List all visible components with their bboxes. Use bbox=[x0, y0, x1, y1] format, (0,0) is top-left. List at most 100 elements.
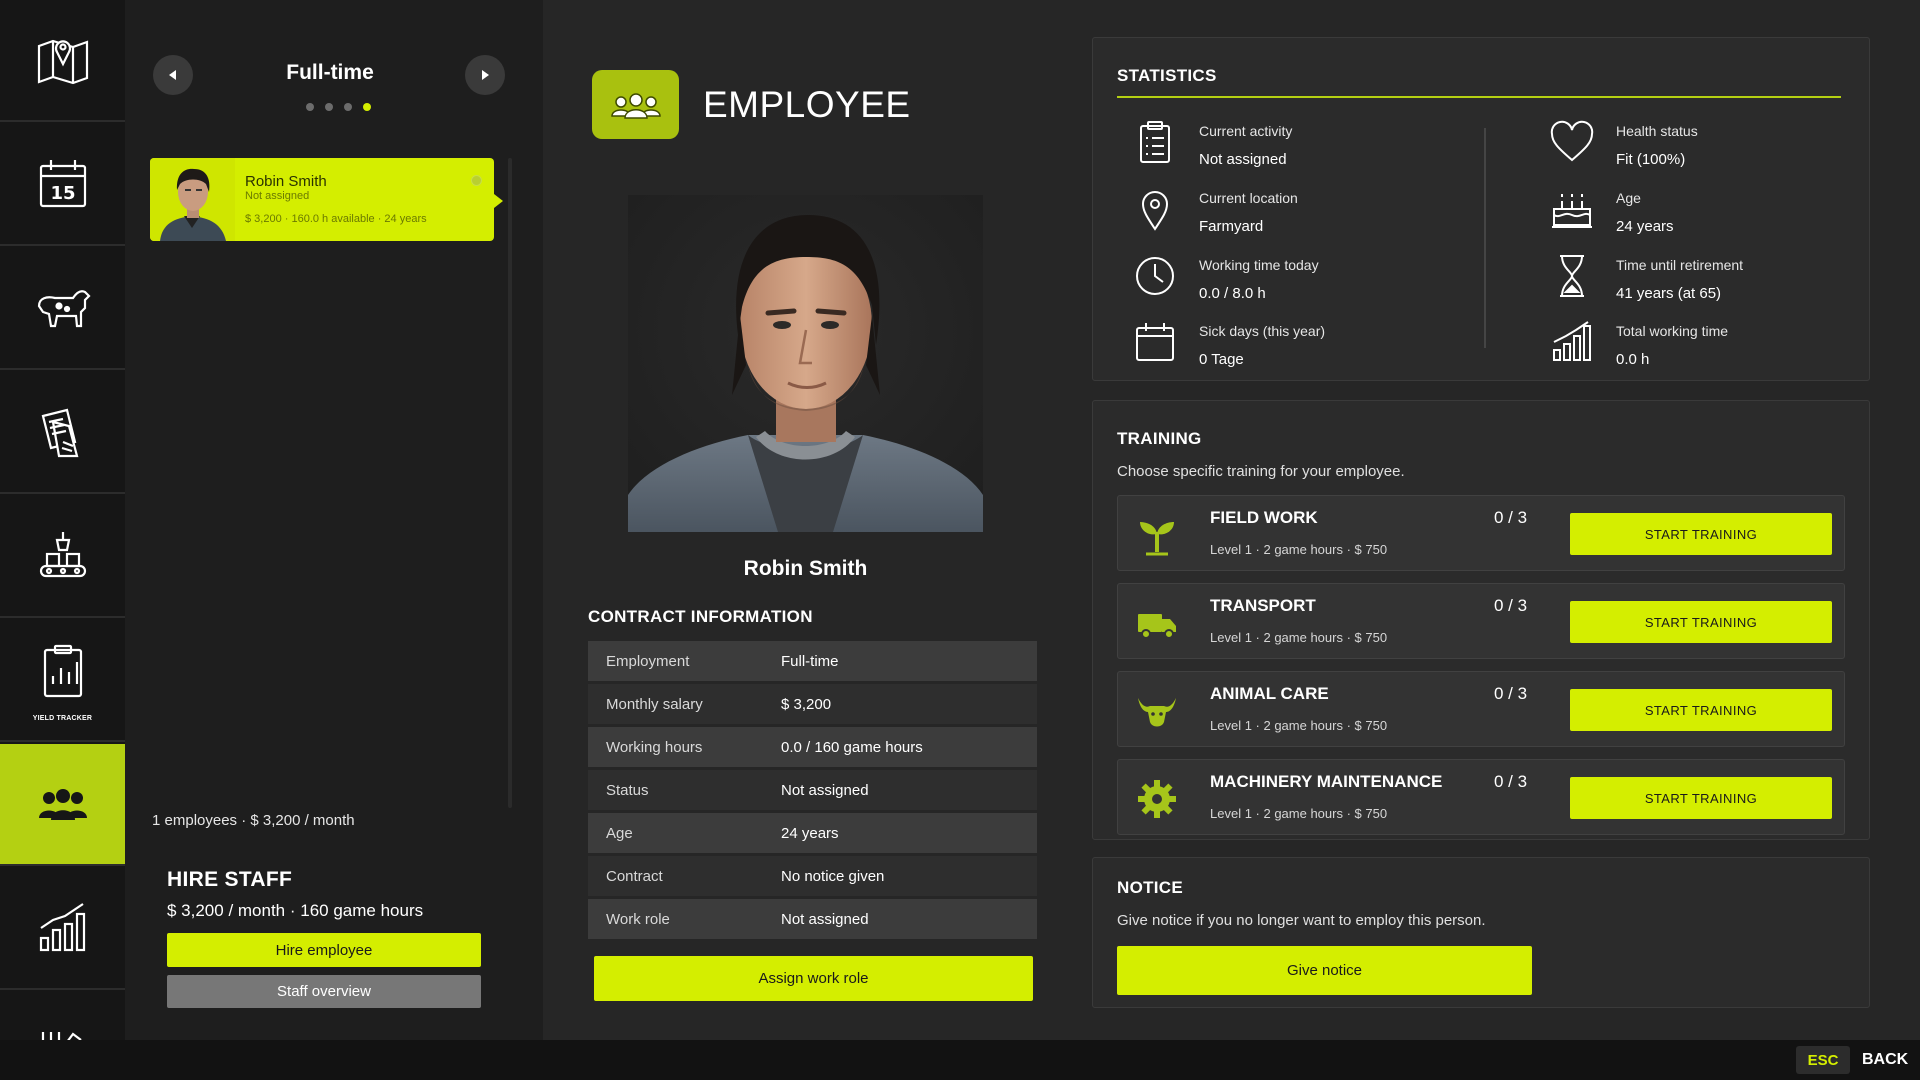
contract-key: Monthly salary bbox=[606, 695, 703, 713]
training-desc: Level 1 · 2 game hours · $ 750 bbox=[1210, 542, 1388, 557]
training-progress: 0 / 3 bbox=[1494, 684, 1528, 703]
give-notice-button[interactable]: Give notice bbox=[1117, 946, 1532, 995]
statistics-title: STATISTICS bbox=[1117, 66, 1217, 85]
stat-current-activity: Current activity Not assigned bbox=[1131, 118, 1491, 178]
contract-key: Employment bbox=[606, 652, 690, 670]
title-underline bbox=[1117, 96, 1841, 98]
bottom-bar bbox=[0, 1040, 1920, 1080]
clipboard-icon bbox=[1140, 121, 1170, 163]
contract-row: Employment Full-time bbox=[588, 641, 1037, 681]
employee-portrait bbox=[628, 195, 983, 532]
page-title: EMPLOYEE bbox=[703, 84, 911, 125]
stat-value: 0 Tage bbox=[1199, 351, 1244, 368]
chevron-left-icon bbox=[169, 70, 176, 80]
training-desc: Level 1 · 2 game hours · $ 750 bbox=[1210, 718, 1388, 733]
employee-card[interactable]: Robin Smith Not assigned $ 3,200 · 160.0… bbox=[150, 158, 494, 241]
contract-key: Work role bbox=[606, 910, 670, 928]
nav-livestock[interactable] bbox=[0, 248, 125, 370]
livestock-icon bbox=[37, 290, 91, 328]
nav-production[interactable] bbox=[0, 496, 125, 618]
chevron-right-icon bbox=[482, 70, 489, 80]
training-animal-care: ANIMAL CARE Level 1 · 2 game hours · $ 7… bbox=[1117, 671, 1845, 747]
page-dot[interactable] bbox=[344, 103, 352, 111]
training-transport: TRANSPORT Level 1 · 2 game hours · $ 750… bbox=[1117, 583, 1845, 659]
hire-employee-button[interactable]: Hire employee bbox=[167, 933, 481, 967]
training-progress: 0 / 3 bbox=[1494, 772, 1528, 791]
stat-label: Working time today bbox=[1199, 257, 1319, 273]
contract-row: Work role Not assigned bbox=[588, 899, 1037, 939]
stat-total-working-time: Total working time 0.0 h bbox=[1548, 318, 1908, 378]
nav-yield-tracker[interactable]: YIELD TRACKER bbox=[0, 620, 125, 742]
page-dot[interactable] bbox=[325, 103, 333, 111]
page-dot[interactable] bbox=[363, 103, 371, 111]
hire-terms: $ 3,200 / month · 160 game hours bbox=[167, 901, 424, 920]
contract-key: Age bbox=[606, 824, 633, 842]
statistics-icon bbox=[39, 903, 85, 952]
clock-icon bbox=[1136, 257, 1174, 295]
prev-category-button[interactable] bbox=[153, 55, 193, 95]
training-title: TRAINING bbox=[1117, 429, 1202, 448]
page-dot[interactable] bbox=[306, 103, 314, 111]
stat-label: Age bbox=[1616, 190, 1641, 206]
page-indicator[interactable] bbox=[306, 103, 371, 111]
training-name: FIELD WORK bbox=[1210, 508, 1318, 527]
calendar-icon bbox=[1136, 323, 1174, 361]
start-training-transport-button[interactable]: START TRAINING bbox=[1570, 601, 1832, 643]
game-screen: 15 YIELD TRACKER Full-time Robin Smith N… bbox=[0, 0, 1920, 1080]
training-name: ANIMAL CARE bbox=[1210, 684, 1329, 703]
gear-icon bbox=[1138, 780, 1176, 818]
contract-row: Monthly salary $ 3,200 bbox=[588, 684, 1037, 724]
training-desc: Level 1 · 2 game hours · $ 750 bbox=[1210, 630, 1388, 645]
production-icon bbox=[39, 532, 86, 578]
stat-age: Age 24 years bbox=[1548, 185, 1908, 245]
nav-map[interactable] bbox=[0, 0, 125, 122]
list-scrollbar[interactable] bbox=[508, 158, 512, 808]
training-machinery-maintenance: MACHINERY MAINTENANCE Level 1 · 2 game h… bbox=[1117, 759, 1845, 835]
location-pin-icon bbox=[1141, 191, 1169, 231]
nav-contracts[interactable] bbox=[0, 372, 125, 494]
map-icon bbox=[37, 39, 88, 85]
hourglass-icon bbox=[1560, 255, 1584, 297]
contract-value: $ 3,200 bbox=[781, 695, 832, 713]
contract-row: Working hours 0.0 / 160 game hours bbox=[588, 727, 1037, 767]
training-subtitle: Choose specific training for your employ… bbox=[1117, 463, 1405, 480]
esc-key-hint[interactable]: ESC bbox=[1796, 1046, 1850, 1074]
back-button[interactable]: BACK bbox=[1862, 1051, 1908, 1069]
start-training-machinery-button[interactable]: START TRAINING bbox=[1570, 777, 1832, 819]
next-category-button[interactable] bbox=[465, 55, 505, 95]
start-training-field-work-button[interactable]: START TRAINING bbox=[1570, 513, 1832, 555]
cake-icon bbox=[1552, 194, 1592, 228]
notice-subtitle: Give notice if you no longer want to emp… bbox=[1117, 912, 1486, 929]
contract-row: Contract No notice given bbox=[588, 856, 1037, 896]
nav-staff[interactable] bbox=[0, 744, 125, 866]
training-progress: 0 / 3 bbox=[1494, 596, 1528, 615]
staff-icon bbox=[610, 92, 661, 119]
nav-more[interactable] bbox=[0, 992, 125, 1040]
stat-value: 0.0 h bbox=[1616, 351, 1650, 368]
stat-label: Health status bbox=[1616, 123, 1698, 139]
nav-statistics[interactable] bbox=[0, 868, 125, 990]
contract-key: Status bbox=[606, 781, 649, 799]
hire-staff-title: HIRE STAFF bbox=[167, 868, 293, 891]
training-name: MACHINERY MAINTENANCE bbox=[1210, 772, 1443, 791]
calendar-icon: 15 bbox=[39, 160, 86, 208]
contract-table: Employment Full-time Monthly salary $ 3,200… bbox=[588, 641, 1037, 942]
staff-overview-button[interactable]: Staff overview bbox=[167, 975, 481, 1008]
nav-calendar[interactable]: 15 bbox=[0, 124, 125, 246]
training-progress: 0 / 3 bbox=[1494, 508, 1528, 527]
employee-card-name: Robin Smith bbox=[245, 173, 327, 190]
yield-tracker-icon bbox=[43, 644, 82, 698]
training-name: TRANSPORT bbox=[1210, 596, 1316, 615]
nav-rail: 15 YIELD TRACKER bbox=[0, 0, 125, 1040]
assign-work-role-button[interactable]: Assign work role bbox=[594, 956, 1033, 1001]
staff-icon bbox=[38, 789, 87, 820]
contract-value: No notice given bbox=[781, 867, 885, 885]
stat-value: 41 years (at 65) bbox=[1616, 285, 1722, 302]
employee-thumbnail bbox=[150, 158, 235, 241]
cow-head-icon bbox=[1138, 698, 1176, 727]
statistics-panel: STATISTICS Current activity Not assigned… bbox=[1092, 37, 1870, 381]
start-training-animal-care-button[interactable]: START TRAINING bbox=[1570, 689, 1832, 731]
stat-working-time-today: Working time today 0.0 / 8.0 h bbox=[1131, 252, 1491, 312]
employee-badge bbox=[592, 70, 679, 139]
stat-label: Total working time bbox=[1616, 323, 1729, 339]
